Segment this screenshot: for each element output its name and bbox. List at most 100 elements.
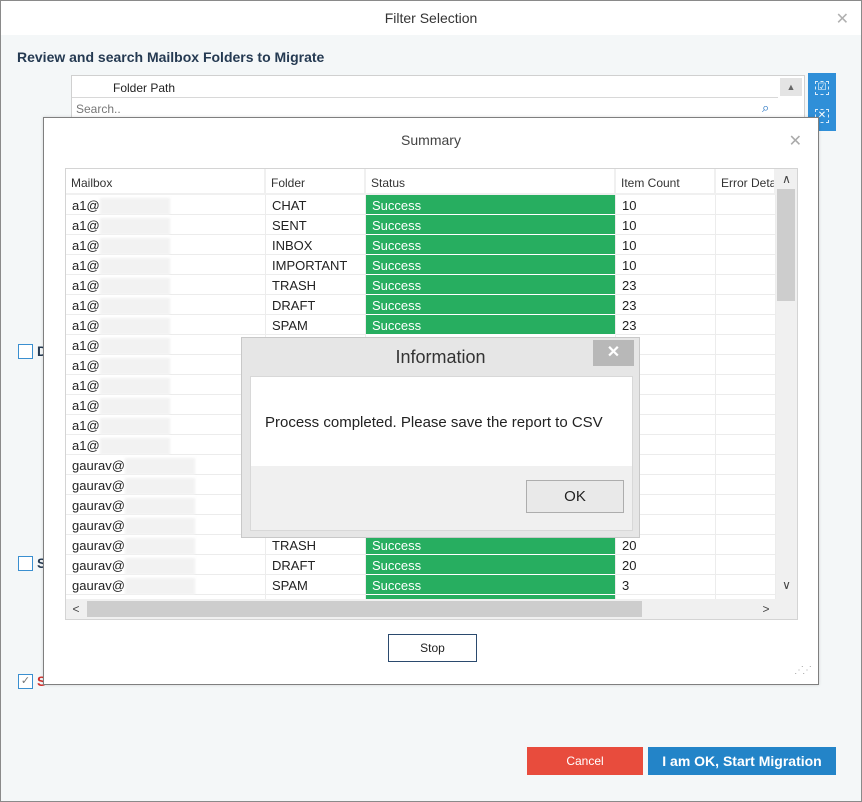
item-count-cell-text: 3 — [622, 578, 630, 593]
mailbox-cell: gaurav@ — [66, 555, 266, 575]
redacted-domain — [124, 458, 195, 475]
mailbox-cell: a1@ — [66, 415, 266, 435]
column-header-status[interactable]: Status — [366, 169, 616, 195]
option-checkbox-1[interactable] — [18, 344, 33, 359]
folder-cell: IMPORTANT — [266, 255, 366, 275]
status-cell-text: Success — [372, 558, 422, 573]
item-count-cell: 20 — [616, 555, 716, 575]
cancel-button[interactable]: Cancel — [527, 747, 643, 775]
info-message-area: Process completed. Please save the repor… — [251, 377, 632, 466]
start-migration-button[interactable]: I am OK, Start Migration — [648, 747, 836, 775]
redacted-domain — [124, 558, 195, 575]
folder-cell-text: TRASH — [272, 538, 317, 553]
horizontal-scroll-thumb[interactable] — [87, 601, 642, 617]
info-dialog-title: Information — [395, 347, 486, 367]
scroll-up-icon[interactable]: ▲ — [780, 78, 802, 96]
table-row[interactable]: gaurav@ TRASH Success 20 — [66, 535, 776, 555]
folder-cell: DRAFT — [266, 295, 366, 315]
item-count-cell: 10 — [616, 215, 716, 235]
item-count-cell-text: 23 — [622, 278, 637, 293]
column-header-item-count[interactable]: Item Count — [616, 169, 716, 195]
status-cell: Success — [366, 315, 616, 335]
table-row[interactable]: a1@ SPAM Success 23 — [66, 315, 776, 335]
grid-header: Mailbox Folder Status Item Count Error D… — [66, 169, 776, 195]
redacted-domain — [99, 278, 170, 295]
error-details-cell — [716, 575, 776, 595]
mailbox-cell: gaurav@ — [66, 495, 266, 515]
stop-button[interactable]: Stop — [388, 634, 477, 662]
mailbox-cell: gaurav@ — [66, 455, 266, 475]
filter-titlebar: Filter Selection ✕ — [1, 1, 861, 35]
scroll-right-icon[interactable]: > — [756, 599, 776, 619]
close-icon[interactable]: ✕ — [789, 131, 802, 151]
folder-cell: SPAM — [266, 575, 366, 595]
status-cell-text: Success — [372, 318, 422, 333]
close-icon[interactable]: ✕ — [593, 340, 634, 366]
redacted-domain — [99, 218, 170, 235]
column-header-mailbox[interactable]: Mailbox — [66, 169, 266, 195]
item-count-cell-text: 23 — [622, 298, 637, 313]
scroll-up-icon[interactable]: ∧ — [776, 169, 797, 189]
status-cell-text: Success — [372, 198, 422, 213]
error-details-cell — [716, 455, 776, 475]
table-row[interactable]: a1@ CHAT Success 10 — [66, 195, 776, 215]
close-icon[interactable]: ✕ — [836, 9, 849, 29]
table-row[interactable]: a1@ DRAFT Success 23 — [66, 295, 776, 315]
folder-path-header[interactable]: Folder Path — [72, 76, 778, 98]
scroll-left-icon[interactable]: < — [66, 599, 86, 619]
folder-path-label: Folder Path — [113, 81, 176, 95]
table-row[interactable]: a1@ IMPORTANT Success 10 — [66, 255, 776, 275]
mailbox-cell-text: a1@ — [72, 218, 100, 233]
option-checkbox-2[interactable] — [18, 556, 33, 571]
error-details-cell — [716, 555, 776, 575]
item-count-cell-text: 23 — [622, 318, 637, 333]
table-row[interactable]: a1@ TRASH Success 23 — [66, 275, 776, 295]
item-count-cell: 3 — [616, 575, 716, 595]
status-cell: Success — [366, 535, 616, 555]
table-row[interactable]: gaurav@ SPAM Success 3 — [66, 575, 776, 595]
select-all-icon[interactable]: ☑ — [815, 81, 829, 95]
column-header-error-details[interactable]: Error Details — [716, 169, 776, 195]
status-cell: Success — [366, 235, 616, 255]
redacted-domain — [99, 398, 170, 415]
folder-cell: INBOX — [266, 235, 366, 255]
folder-cell-text: DRAFT — [272, 298, 316, 313]
redacted-domain — [99, 358, 170, 375]
folder-cell-text: INBOX — [272, 238, 313, 253]
mailbox-cell-text: a1@ — [72, 438, 100, 453]
status-cell-text: Success — [372, 278, 422, 293]
table-row[interactable]: a1@ INBOX Success 10 — [66, 235, 776, 255]
scroll-down-icon[interactable]: ∨ — [776, 575, 797, 595]
vertical-scroll-thumb[interactable] — [777, 189, 795, 301]
search-icon[interactable]: ⌕ — [762, 100, 769, 116]
mailbox-cell-text: gaurav@ — [72, 558, 125, 573]
folder-cell-text: SPAM — [272, 578, 308, 593]
mailbox-cell: gaurav@ — [66, 535, 266, 555]
status-cell-text: Success — [372, 218, 422, 233]
status-cell: Success — [366, 255, 616, 275]
mailbox-cell: a1@ — [66, 355, 266, 375]
folder-search-input[interactable] — [73, 99, 779, 119]
vertical-scrollbar[interactable]: ∧ ∨ — [776, 169, 797, 599]
mailbox-cell-text: a1@ — [72, 378, 100, 393]
resize-grip-icon[interactable]: ⋰⋰ — [794, 665, 812, 676]
mailbox-cell: gaurav@ — [66, 575, 266, 595]
filter-heading: Review and search Mailbox Folders to Mig… — [17, 49, 325, 65]
mailbox-cell: a1@ — [66, 395, 266, 415]
mailbox-cell: gaurav@ — [66, 475, 266, 495]
table-row[interactable]: a1@ SENT Success 10 — [66, 215, 776, 235]
mailbox-cell-text: a1@ — [72, 238, 100, 253]
item-count-cell: 10 — [616, 255, 716, 275]
column-header-folder[interactable]: Folder — [266, 169, 366, 195]
table-row[interactable]: gaurav@ DRAFT Success 20 — [66, 555, 776, 575]
mailbox-cell-text: a1@ — [72, 318, 100, 333]
horizontal-scrollbar[interactable]: < > — [66, 599, 797, 619]
status-cell-text: Success — [372, 298, 422, 313]
ok-button[interactable]: OK — [526, 480, 624, 513]
mailbox-cell: a1@ — [66, 315, 266, 335]
item-count-cell-text: 10 — [622, 218, 637, 233]
folder-cell-text: DRAFT — [272, 558, 316, 573]
option-checkbox-3-checked[interactable]: ✓ — [18, 674, 33, 689]
mailbox-cell-text: gaurav@ — [72, 518, 125, 533]
error-details-cell — [716, 515, 776, 535]
